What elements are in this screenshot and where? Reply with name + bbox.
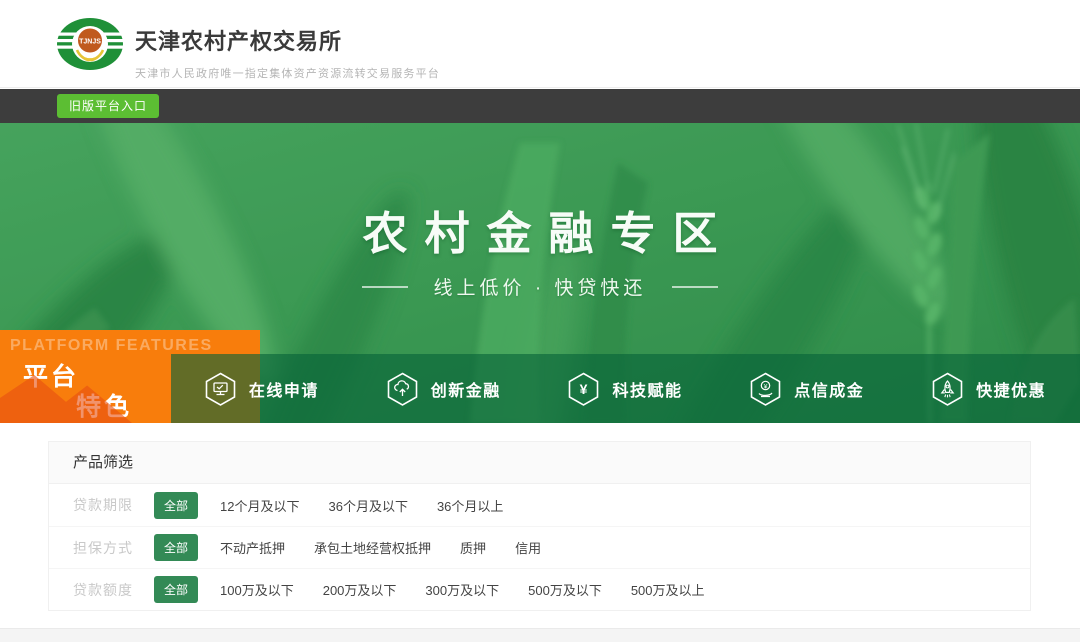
hero-title: 农村金融专区	[0, 197, 1080, 262]
feature-menu-item[interactable]: 快捷优惠	[898, 354, 1080, 423]
filter-option[interactable]: 36个月以上	[437, 496, 503, 515]
hand-coin-icon: ¥	[750, 372, 781, 406]
filter-all-button[interactable]: 全部	[154, 576, 198, 603]
feature-menu-label: 快捷优惠	[976, 377, 1046, 401]
filter-row-label: 贷款期限	[73, 495, 133, 515]
rocket-icon	[932, 372, 963, 406]
site-subtitle: 天津市人民政府唯一指定集体资产资源流转交易服务平台	[135, 65, 440, 81]
filter-row-label: 贷款额度	[73, 580, 133, 600]
filter-option[interactable]: 信用	[515, 538, 541, 557]
hero-subtitle: 线上低价 · 快贷快还	[434, 273, 647, 300]
platform-features-eyebrow: PLATFORM FEATURES	[10, 337, 213, 355]
filter-option[interactable]: 100万及以下	[220, 580, 294, 599]
feature-menu-item[interactable]: ¥ 科技赋能	[535, 354, 717, 423]
hero-subtitle-row: 线上低价 · 快贷快还	[0, 273, 1080, 300]
feature-menu-label: 在线申请	[249, 377, 319, 401]
filter-option[interactable]: 质押	[460, 538, 486, 557]
feature-menu-label: 创新金融	[431, 377, 501, 401]
filter-options: 100万及以下 200万及以下 300万及以下 500万及以下 500万及以上	[220, 580, 705, 599]
old-platform-button[interactable]: 旧版平台入口	[57, 94, 159, 118]
filter-option[interactable]: 承包土地经营权抵押	[314, 538, 431, 557]
utility-bar: 旧版平台入口	[0, 89, 1080, 123]
feature-menu-label: 科技赋能	[612, 377, 682, 401]
feature-menu: 在线申请 创新金融 ¥ 科技赋能 ¥ 点信成金 快捷优惠	[171, 354, 1080, 423]
filter-all-button[interactable]: 全部	[154, 492, 198, 519]
site-logo-icon[interactable]: TJNJS	[56, 13, 124, 75]
filter-option[interactable]: 36个月及以下	[328, 496, 407, 515]
filter-row: 担保方式 全部 不动产抵押 承包土地经营权抵押 质押 信用	[49, 526, 1030, 568]
feature-menu-item[interactable]: 在线申请	[171, 354, 353, 423]
site-header: TJNJS 天津农村产权交易所 天津市人民政府唯一指定集体资产资源流转交易服务平…	[0, 0, 1080, 88]
page: TJNJS 天津农村产权交易所 天津市人民政府唯一指定集体资产资源流转交易服务平…	[0, 0, 1080, 642]
cloud-upload-icon	[387, 372, 418, 406]
feature-menu-item[interactable]: 创新金融	[353, 354, 535, 423]
filter-option[interactable]: 12个月及以下	[220, 496, 299, 515]
filter-title: 产品筛选	[49, 442, 1030, 484]
hero-banner: 农村金融专区 线上低价 · 快贷快还 PLATFORM FEATURES 平台 …	[0, 123, 1080, 423]
subtitle-left-line	[362, 286, 408, 288]
filter-option[interactable]: 不动产抵押	[220, 538, 285, 557]
feature-menu-item[interactable]: ¥ 点信成金	[716, 354, 898, 423]
subtitle-right-line	[672, 286, 718, 288]
brand-block: 天津农村产权交易所 天津市人民政府唯一指定集体资产资源流转交易服务平台	[135, 24, 440, 81]
svg-text:¥: ¥	[764, 383, 768, 390]
filter-option[interactable]: 500万及以上	[631, 580, 705, 599]
site-title: 天津农村产权交易所	[135, 24, 440, 56]
filter-options: 不动产抵押 承包土地经营权抵押 质押 信用	[220, 538, 541, 557]
filter-row-label: 担保方式	[73, 538, 133, 558]
svg-text:¥: ¥	[580, 381, 588, 397]
filter-row: 贷款期限 全部 12个月及以下 36个月及以下 36个月以上	[49, 484, 1030, 526]
logo-text: TJNJS	[79, 39, 101, 46]
yuan-tech-icon: ¥	[568, 372, 599, 406]
product-filter-card: 产品筛选 贷款期限 全部 12个月及以下 36个月及以下 36个月以上 担保方式 全…	[48, 441, 1031, 611]
footer-strip	[0, 628, 1080, 642]
filter-option[interactable]: 200万及以下	[323, 580, 397, 599]
filter-options: 12个月及以下 36个月及以下 36个月以上	[220, 496, 503, 515]
filter-rows: 贷款期限 全部 12个月及以下 36个月及以下 36个月以上 担保方式 全部 不动产…	[49, 484, 1030, 610]
filter-option[interactable]: 300万及以下	[425, 580, 499, 599]
filter-option[interactable]: 500万及以下	[528, 580, 602, 599]
filter-row: 贷款额度 全部 100万及以下 200万及以下 300万及以下 500万及以下 500万…	[49, 568, 1030, 610]
online-apply-icon	[205, 372, 236, 406]
filter-all-button[interactable]: 全部	[154, 534, 198, 561]
feature-menu-label: 点信成金	[794, 377, 864, 401]
